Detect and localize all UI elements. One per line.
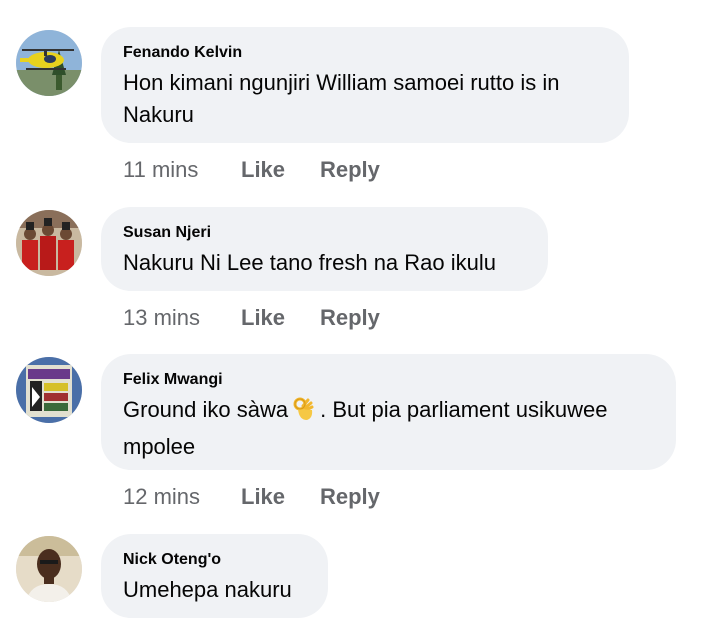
- comment-timestamp[interactable]: 12 mins: [123, 482, 241, 512]
- reply-button[interactable]: Reply: [320, 155, 380, 185]
- comment-author[interactable]: Susan Njeri: [123, 223, 526, 243]
- ok-hand-emoji-icon: [292, 396, 316, 431]
- comment-bubble: Felix Mwangi Ground iko sàwa. But pia pa…: [101, 354, 676, 470]
- comment-text: Hon kimani ngunjiri William samoei rutto…: [123, 70, 560, 127]
- comment-actions: 12 mins Like Reply: [123, 482, 380, 512]
- avatar[interactable]: [16, 536, 82, 602]
- comment-author[interactable]: Fenando Kelvin: [123, 43, 607, 63]
- poster-photo-icon: [16, 357, 82, 423]
- like-button[interactable]: Like: [241, 482, 320, 512]
- comment-author[interactable]: Felix Mwangi: [123, 370, 654, 390]
- reply-button[interactable]: Reply: [320, 303, 380, 333]
- comment-timestamp[interactable]: 13 mins: [123, 303, 241, 333]
- comment-text: Ground iko sàwa. But pia parliament usik…: [123, 394, 654, 463]
- like-button[interactable]: Like: [241, 303, 320, 333]
- like-button[interactable]: Like: [241, 155, 320, 185]
- helicopter-photo-icon: [16, 30, 82, 96]
- avatar[interactable]: [16, 210, 82, 276]
- comment-bubble: Fenando Kelvin Hon kimani ngunjiri Willi…: [101, 27, 629, 143]
- comment-bubble: Nick Oteng'o Umehepa nakuru: [101, 534, 328, 618]
- comment-text-part: Ground iko sàwa: [123, 397, 289, 422]
- group-red-uniforms-photo-icon: [16, 210, 82, 276]
- comment-bubble: Susan Njeri Nakuru Ni Lee tano fresh na …: [101, 207, 548, 291]
- avatar[interactable]: [16, 30, 82, 96]
- comment-text: Nakuru Ni Lee tano fresh na Rao ikulu: [123, 250, 496, 275]
- comment-actions: 11 mins Like Reply: [123, 155, 380, 185]
- comment-actions: 13 mins Like Reply: [123, 303, 380, 333]
- comment-author[interactable]: Nick Oteng'o: [123, 550, 306, 570]
- reply-button[interactable]: Reply: [320, 482, 380, 512]
- man-portrait-photo-icon: [16, 536, 82, 602]
- comment-text: Umehepa nakuru: [123, 577, 292, 602]
- comment-timestamp[interactable]: 11 mins: [123, 155, 241, 185]
- avatar[interactable]: [16, 357, 82, 423]
